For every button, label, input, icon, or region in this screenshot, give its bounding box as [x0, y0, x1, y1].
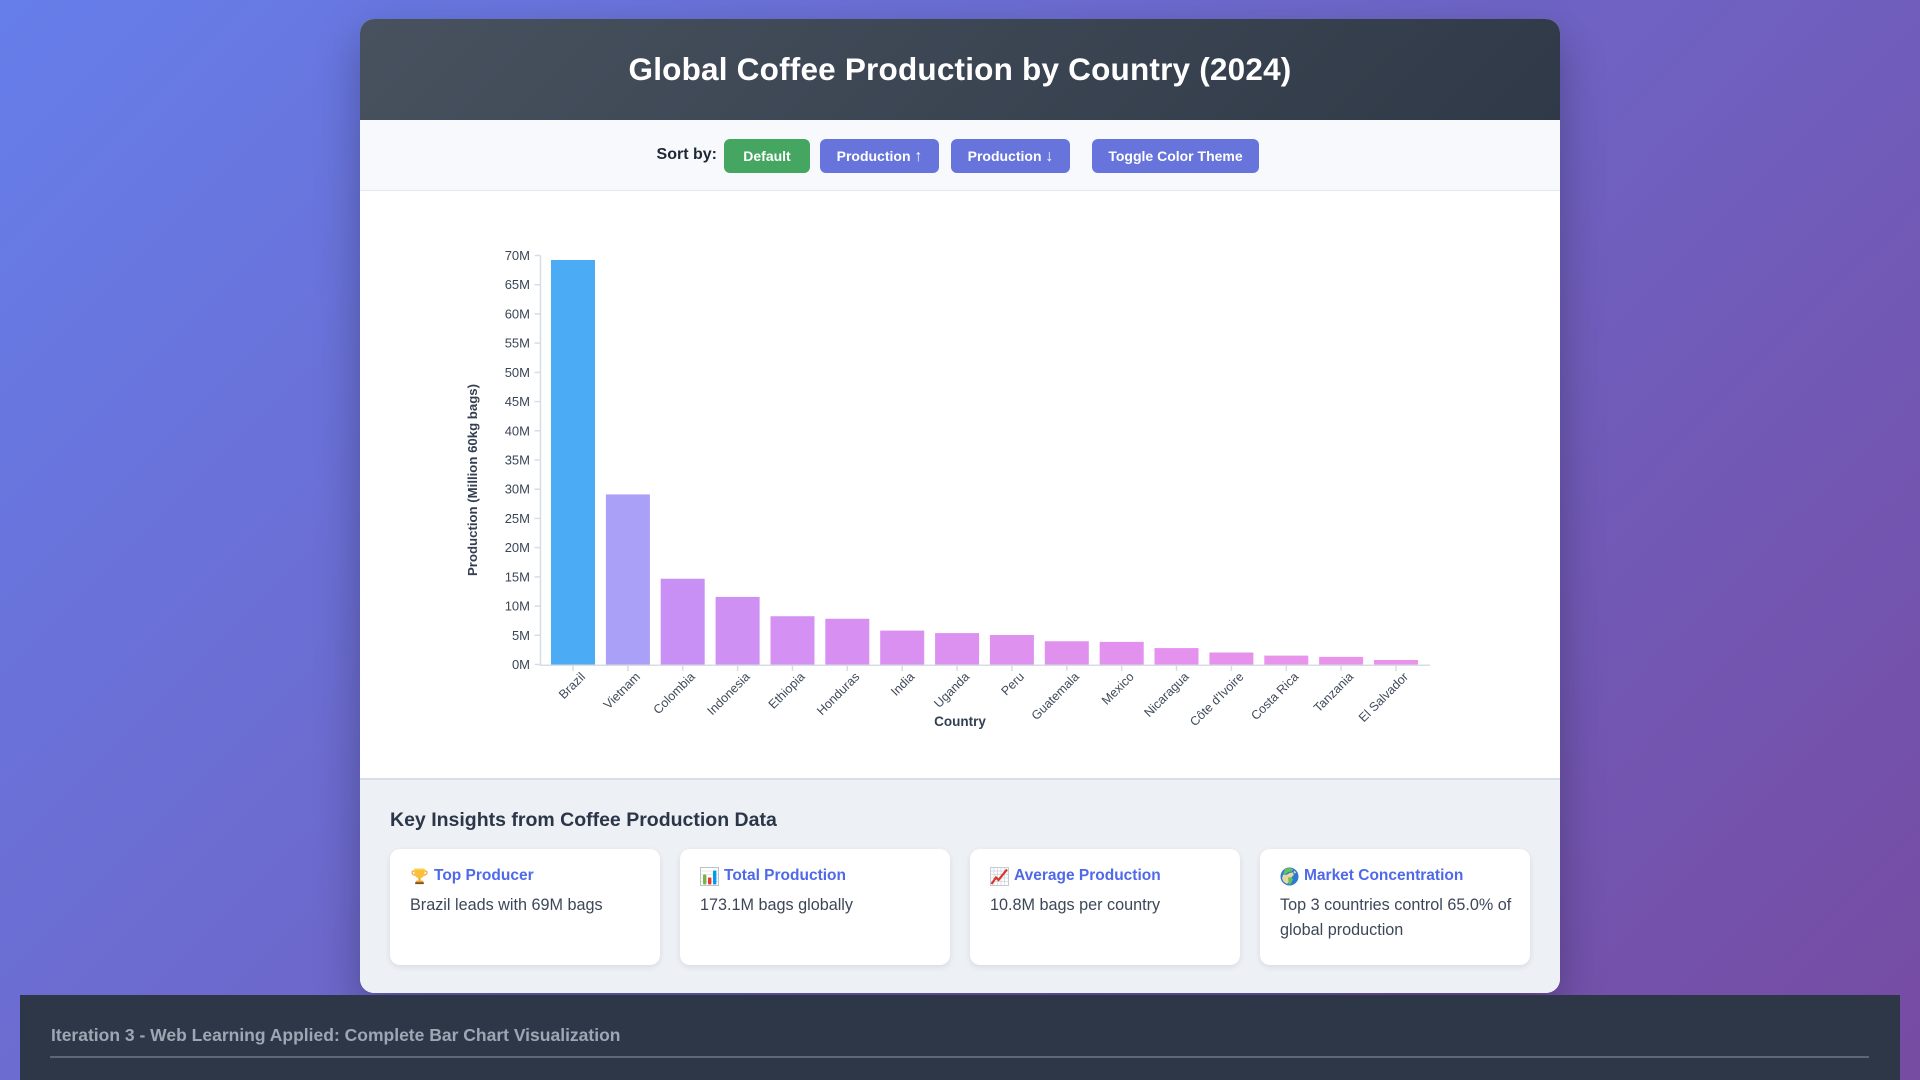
svg-text:0M: 0M	[512, 657, 530, 672]
svg-text:Mexico: Mexico	[1099, 670, 1137, 708]
svg-text:Production (Million 60kg bags): Production (Million 60kg bags)	[465, 384, 480, 576]
svg-text:Brazil: Brazil	[556, 670, 588, 702]
svg-text:5M: 5M	[512, 628, 530, 643]
svg-text:40M: 40M	[505, 423, 530, 438]
svg-text:20M: 20M	[505, 540, 530, 555]
svg-text:65M: 65M	[505, 277, 530, 292]
svg-text:India: India	[888, 670, 917, 699]
svg-text:70M: 70M	[505, 248, 530, 263]
svg-text:Honduras: Honduras	[814, 670, 862, 718]
svg-text:60M: 60M	[505, 306, 530, 321]
svg-text:Colombia: Colombia	[651, 670, 698, 717]
svg-text:15M: 15M	[505, 569, 530, 584]
svg-text:Tanzania: Tanzania	[1311, 670, 1356, 715]
svg-text:45M: 45M	[505, 394, 530, 409]
svg-text:30M: 30M	[505, 482, 530, 497]
svg-text:Costa Rica: Costa Rica	[1248, 670, 1301, 723]
svg-text:35M: 35M	[505, 453, 530, 468]
svg-text:Indonesia: Indonesia	[704, 670, 752, 718]
svg-text:Country: Country	[934, 714, 986, 729]
svg-text:Peru: Peru	[998, 670, 1027, 699]
svg-text:Nicaragua: Nicaragua	[1141, 670, 1191, 720]
svg-text:25M: 25M	[505, 511, 530, 526]
svg-text:Ethiopia: Ethiopia	[766, 670, 808, 712]
svg-text:Côte d'Ivoire: Côte d'Ivoire	[1187, 670, 1246, 729]
svg-text:10M: 10M	[505, 599, 530, 614]
svg-text:Vietnam: Vietnam	[601, 670, 643, 712]
svg-text:55M: 55M	[505, 336, 530, 351]
svg-text:50M: 50M	[505, 365, 530, 380]
svg-text:Uganda: Uganda	[931, 670, 972, 711]
svg-text:El Salvador: El Salvador	[1356, 670, 1411, 725]
svg-text:Guatemala: Guatemala	[1029, 670, 1082, 723]
